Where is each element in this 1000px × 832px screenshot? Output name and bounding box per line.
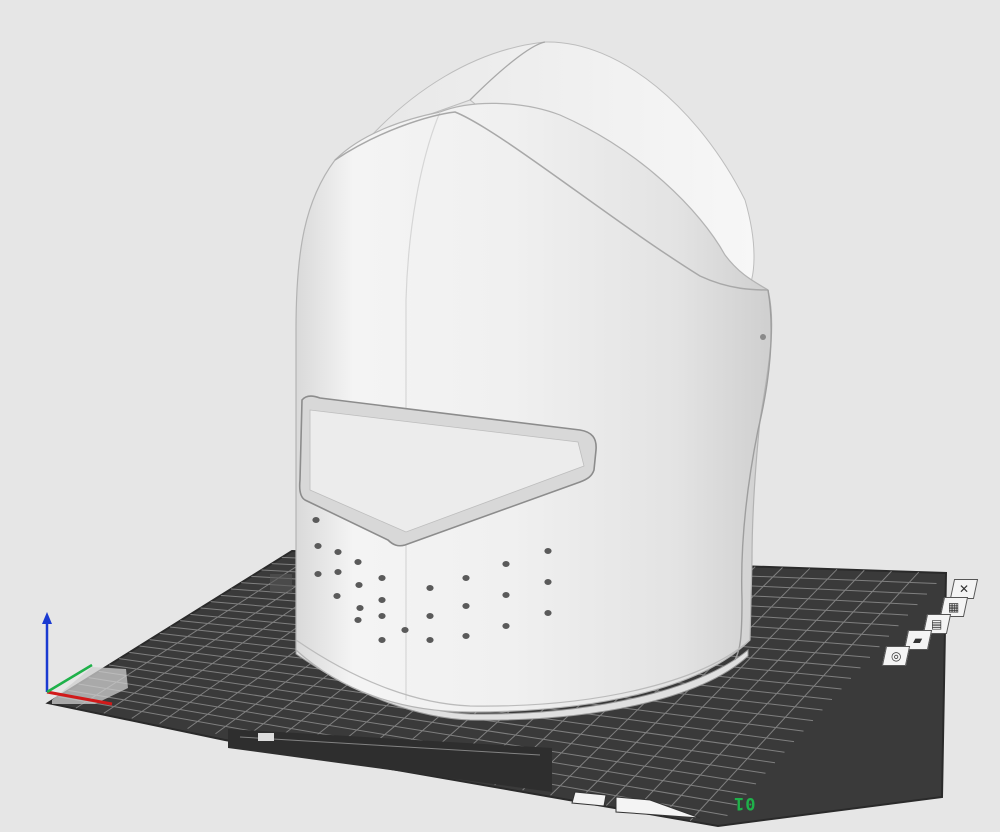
breathing-hole <box>401 627 409 633</box>
breathing-hole <box>426 613 434 619</box>
scene[interactable] <box>0 0 1000 832</box>
breathing-hole <box>354 559 362 565</box>
breathing-hole <box>502 623 510 629</box>
z-axis-arrow <box>42 612 52 624</box>
plate-logo-icon <box>258 733 274 741</box>
plate-id-label: 01 <box>733 793 756 813</box>
breathing-hole <box>462 575 470 581</box>
breathing-hole <box>462 633 470 639</box>
close-icon: ✕ <box>958 582 970 596</box>
breathing-hole <box>312 517 320 523</box>
breathing-hole <box>462 603 470 609</box>
breathing-hole <box>544 579 552 585</box>
breathing-hole <box>378 637 386 643</box>
breathing-hole <box>314 543 322 549</box>
breathing-hole <box>502 561 510 567</box>
breathing-hole <box>378 613 386 619</box>
breathing-hole <box>426 637 434 643</box>
plate-tool-settings[interactable]: ◎ <box>881 646 911 666</box>
lock-icon: ▰ <box>913 633 923 647</box>
rivet-hole <box>760 334 766 340</box>
breathing-hole <box>356 605 364 611</box>
plate-badge <box>571 791 607 807</box>
breathing-hole <box>544 610 552 616</box>
helmet-model[interactable] <box>295 41 773 721</box>
plate-tool-close[interactable]: ✕ <box>949 579 979 599</box>
breathing-hole <box>334 569 342 575</box>
plate-side-label <box>270 574 292 592</box>
breathing-hole <box>355 582 363 588</box>
breathing-hole <box>426 585 434 591</box>
breathing-hole <box>314 571 322 577</box>
breathing-hole <box>333 593 341 599</box>
breathing-hole <box>354 617 362 623</box>
breathing-hole <box>378 575 386 581</box>
settings-icon: ◎ <box>890 649 902 663</box>
breathing-hole <box>378 597 386 603</box>
3d-viewport[interactable]: ✕ ▦ ▤ ▰ ◎ 01 <box>0 0 1000 832</box>
breathing-hole <box>502 592 510 598</box>
arrange-icon: ▦ <box>948 600 960 614</box>
orient-icon: ▤ <box>931 617 943 631</box>
breathing-hole <box>544 548 552 554</box>
breathing-hole <box>334 549 342 555</box>
